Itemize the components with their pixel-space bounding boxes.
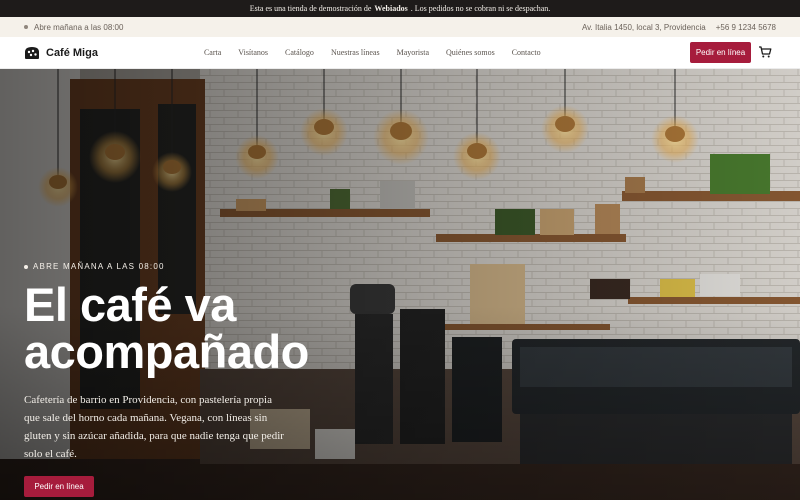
brand-name: Café Miga [46, 46, 98, 59]
hero-eyebrow: ABRE MAÑANA A LAS 08:00 [24, 262, 165, 271]
main-nav: Café Miga Carta Visítanos Catálogo Nuest… [0, 37, 800, 69]
brand-link[interactable]: Café Miga [24, 46, 98, 60]
info-bar: Abre mañana a las 08:00 Av. Italia 1450,… [0, 17, 800, 37]
nav-item-mayorista[interactable]: Mayorista [397, 48, 429, 57]
nav-menu: Carta Visítanos Catálogo Nuestras líneas… [204, 48, 541, 57]
hero-title: El café va acompañado [24, 278, 309, 378]
order-online-button[interactable]: Pedir en línea [690, 42, 751, 63]
nav-item-visitanos[interactable]: Visítanos [238, 48, 268, 57]
nav-item-carta[interactable]: Carta [204, 48, 221, 57]
cart-icon[interactable] [758, 45, 772, 59]
hero-section: ABRE MAÑANA A LAS 08:00 El café va acomp… [0, 69, 800, 500]
demo-notice-text-end: . Los pedidos no se cobran ni se despach… [410, 4, 551, 13]
hero-eyebrow-text: ABRE MAÑANA A LAS 08:00 [33, 262, 165, 271]
store-phone[interactable]: +56 9 1234 5678 [716, 23, 776, 32]
nav-item-contacto[interactable]: Contacto [512, 48, 541, 57]
demo-notice-bar: Esta es una tienda de demostración de We… [0, 0, 800, 17]
status-dot-icon [24, 25, 28, 29]
store-address: Av. Italia 1450, local 3, Providencia [581, 22, 706, 32]
opening-hours: Abre mañana a las 08:00 [24, 23, 123, 32]
demo-notice-brand-link[interactable]: Webiados [374, 4, 407, 13]
demo-notice-text: Esta es una tienda de demostración de [249, 4, 372, 13]
eyebrow-dot-icon [24, 264, 28, 269]
nav-item-nuestras-lineas[interactable]: Nuestras líneas [331, 48, 380, 57]
nav-item-quienes-somos[interactable]: Quiénes somos [446, 48, 495, 57]
nav-item-catalogo[interactable]: Catálogo [285, 48, 314, 57]
opening-hours-text: Abre mañana a las 08:00 [34, 22, 124, 32]
hero-order-online-button[interactable]: Pedir en línea [24, 476, 94, 497]
hero-description: Cafetería de barrio en Providencia, con … [24, 394, 284, 460]
cookie-icon [25, 46, 39, 59]
